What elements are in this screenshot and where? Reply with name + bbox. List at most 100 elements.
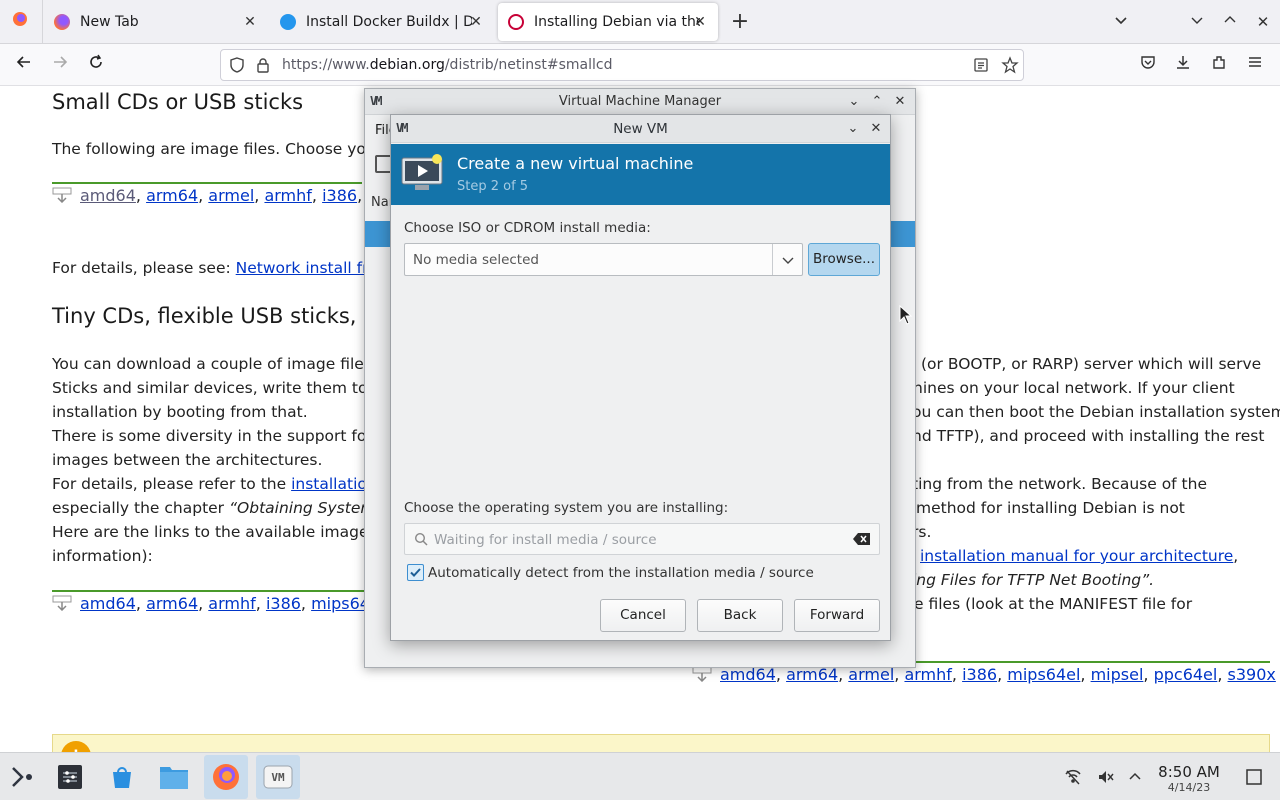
firefox-icon [54, 14, 70, 30]
download-icon [692, 666, 712, 683]
text-line: (or BOOTP, or RARP) server which will se… [921, 355, 1262, 373]
minimize-icon[interactable]: ⌄ [844, 120, 862, 138]
for-details-line: For details, please refer to the install… [52, 475, 377, 493]
back-arrow-icon[interactable] [10, 51, 38, 79]
wizard-title: Create a new virtual machine [457, 154, 694, 173]
details-line: For details, please see: Network install… [52, 259, 378, 277]
application-launcher-icon[interactable] [0, 755, 44, 799]
clock-date: 4/14/23 [1167, 781, 1211, 794]
link-ppc64el[interactable]: ppc64el [1154, 665, 1218, 684]
link-armel[interactable]: armel [208, 186, 254, 205]
link-i386[interactable]: i386 [322, 186, 357, 205]
url-text[interactable]: https://www.debian.org/distrib/netinst#s… [282, 57, 613, 73]
close-window-icon[interactable]: ✕ [1249, 8, 1277, 36]
link-armhf[interactable]: armhf [208, 594, 255, 613]
new-tab-button[interactable]: + [726, 8, 754, 36]
reader-view-icon[interactable] [973, 57, 989, 77]
mouse-cursor-icon [899, 304, 913, 329]
close-icon[interactable]: ✕ [891, 93, 909, 111]
firefox-view-icon[interactable] [6, 8, 34, 36]
link-mipsel[interactable]: mipsel [1091, 665, 1144, 684]
link-installation-manual[interactable]: installation manual for your architectur… [920, 547, 1233, 565]
docker-icon [280, 14, 296, 30]
extensions-icon[interactable] [1205, 51, 1233, 79]
bookmark-star-icon[interactable] [1001, 56, 1019, 78]
chapter-line: especially the chapter “Obtaining System… [52, 499, 395, 517]
paragraph-following: The following are image files. Choose yo… [52, 140, 376, 158]
virt-manager-logo-icon: VM [396, 121, 409, 135]
firefox-taskbar-icon[interactable] [204, 755, 248, 799]
back-button[interactable]: Back [697, 599, 783, 632]
close-icon[interactable]: ✕ [867, 120, 885, 138]
iso-media-label: Choose ISO or CDROM install media: [404, 220, 651, 236]
reload-icon[interactable] [82, 51, 110, 79]
warning-box: ! [52, 734, 1270, 752]
list-all-tabs-icon[interactable] [1107, 8, 1135, 36]
pocket-icon[interactable] [1134, 51, 1162, 79]
heading-tiny-cds: Tiny CDs, flexible USB sticks, e [52, 304, 377, 328]
menu-hamburger-icon[interactable] [1241, 51, 1269, 79]
link-mips64el[interactable]: mips64el [1007, 665, 1080, 684]
link-arm64[interactable]: arm64 [146, 594, 198, 613]
chevron-up-icon[interactable] [1115, 755, 1155, 799]
text-line: You can download a couple of image files [52, 355, 372, 373]
clock[interactable]: 8:50 AM 4/14/23 [1150, 764, 1228, 796]
link-i386[interactable]: i386 [962, 665, 997, 684]
tab-docker-buildx[interactable]: Install Docker Buildx | Doc ✕ [270, 0, 494, 44]
text-line: hines on your local network. If your cli… [913, 379, 1235, 397]
discover-store-icon[interactable] [100, 755, 144, 799]
virt-manager-logo-icon: VM [370, 94, 383, 108]
minimize-icon[interactable] [1183, 8, 1211, 36]
text-line: installation by booting from that. [52, 403, 308, 421]
chevron-down-icon[interactable] [779, 251, 797, 269]
maximize-icon[interactable] [1216, 8, 1244, 36]
lock-icon[interactable] [256, 57, 270, 77]
cancel-button[interactable]: Cancel [600, 599, 686, 632]
download-row-2: amd64, arm64, armhf, i386, mips64el, [52, 594, 389, 613]
link-s390x[interactable]: s390x [1228, 665, 1276, 684]
file-manager-icon[interactable] [152, 755, 196, 799]
os-search-input[interactable]: Waiting for install media / source [404, 523, 880, 555]
system-settings-icon[interactable] [48, 755, 92, 799]
download-icon [52, 187, 72, 204]
forward-button[interactable]: Forward [794, 599, 880, 632]
forward-arrow-icon[interactable] [46, 51, 74, 79]
new-vm-monitor-icon [401, 154, 445, 198]
link-amd64[interactable]: amd64 [80, 186, 136, 205]
tab-installing-debian[interactable]: Installing Debian via the In ✕ [498, 3, 718, 41]
warning-icon: ! [61, 741, 91, 752]
shield-icon[interactable] [229, 57, 245, 77]
link-amd64[interactable]: amd64 [80, 594, 136, 613]
link-arm64[interactable]: arm64 [146, 186, 198, 205]
divider [52, 182, 362, 184]
show-desktop-icon[interactable] [1234, 755, 1274, 799]
auto-detect-label[interactable]: Automatically detect from the installati… [428, 565, 814, 581]
close-tab-icon[interactable]: ✕ [690, 12, 710, 32]
link-armhf[interactable]: armhf [264, 186, 311, 205]
url-bar[interactable]: https://www.debian.org/distrib/netinst#s… [220, 49, 1024, 81]
auto-detect-checkbox[interactable] [407, 564, 424, 581]
browse-button[interactable]: Browse... [808, 243, 880, 276]
tab-title: Installing Debian via the In [534, 14, 700, 30]
clear-text-icon[interactable] [853, 532, 871, 550]
text-line: method for installing Debian is not [916, 499, 1185, 517]
tab-new-tab[interactable]: New Tab ✕ [44, 0, 268, 44]
text-line: nd TFTP), and proceed with installing th… [912, 427, 1265, 445]
divider [772, 244, 773, 275]
minimize-icon[interactable]: ⌄ [845, 93, 863, 111]
text-line: ing Files for TFTP Net Booting”. [912, 571, 1155, 589]
install-media-combobox[interactable]: No media selected [404, 243, 803, 276]
link-i386[interactable]: i386 [266, 594, 301, 613]
close-tab-icon[interactable]: ✕ [240, 12, 260, 32]
downloads-icon[interactable] [1169, 51, 1197, 79]
close-tab-icon[interactable]: ✕ [466, 12, 486, 32]
text-line: information): [52, 547, 153, 565]
os-label: Choose the operating system you are inst… [404, 500, 729, 516]
search-icon [414, 532, 428, 550]
text-line: ou can then boot the Debian installation… [912, 403, 1280, 421]
maximize-icon[interactable]: ⌃ [868, 93, 886, 111]
virt-manager-taskbar-icon[interactable]: VM [256, 755, 300, 799]
new-vm-dialog: New VM VM ⌄ ✕ Create a new virtual machi… [390, 114, 891, 641]
link-network-install[interactable]: Network install fro [236, 259, 378, 277]
tab-bar: New Tab ✕ Install Docker Buildx | Doc ✕ … [0, 0, 1280, 44]
